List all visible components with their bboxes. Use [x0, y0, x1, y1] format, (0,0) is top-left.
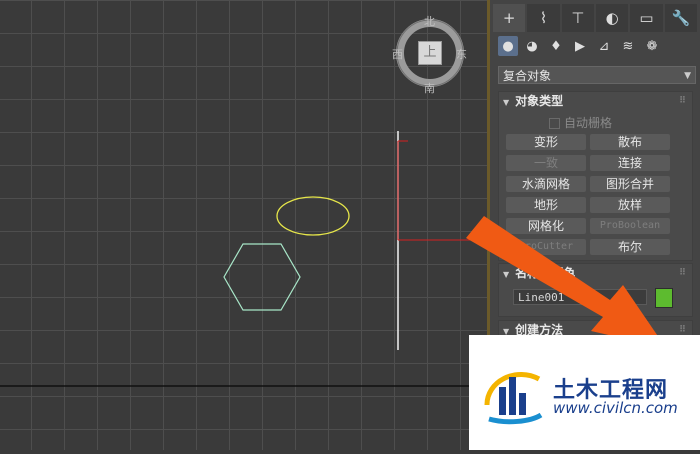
motion-icon[interactable]: ◐	[595, 4, 629, 32]
autogrid-label: 自动栅格	[564, 116, 613, 130]
compass-west[interactable]: 西	[392, 46, 403, 62]
object-type-button[interactable]: 水滴网格	[506, 176, 586, 192]
ellipse-shape[interactable]	[276, 196, 350, 236]
helper-icon[interactable]: ⊿	[594, 36, 614, 56]
object-type-button[interactable]: 地形	[506, 197, 586, 213]
compass-east[interactable]: 东	[456, 46, 467, 62]
name-color-rollout: ▼ 名称和颜色 ⠿ Line001	[498, 263, 693, 317]
compass-north[interactable]: 北	[424, 13, 435, 29]
object-type-rollout: ▼ 对象类型 ⠿ 自动栅格 变形 散布 一致 连接 水滴网格 图形合并 地形 放样 网格化 ProB…	[498, 91, 693, 261]
camera-icon[interactable]: ▶	[570, 36, 590, 56]
logo-emblem-icon	[484, 371, 543, 425]
object-category-dropdown[interactable]: 复合对象 ▼	[498, 66, 696, 84]
name-color-header[interactable]: ▼ 名称和颜色 ⠿	[499, 264, 692, 282]
object-type-button[interactable]: 布尔	[590, 239, 670, 255]
object-type-button[interactable]: 散布	[590, 134, 670, 150]
autogrid-checkbox[interactable]: 自动栅格	[549, 114, 612, 131]
systems-icon[interactable]: ❁	[642, 36, 662, 56]
perspective-viewport[interactable]: 北 南 东 西 上	[0, 0, 487, 450]
hierarchy-icon[interactable]: ⊤	[561, 4, 594, 32]
object-name-field[interactable]: Line001	[513, 289, 647, 305]
object-type-header[interactable]: ▼ 对象类型 ⠿	[499, 92, 692, 110]
plus-icon[interactable]: +	[493, 4, 526, 32]
object-type-button[interactable]: 连接	[590, 155, 670, 171]
object-type-title: 对象类型	[515, 94, 564, 108]
wrench-icon[interactable]: 🔧	[664, 4, 697, 32]
object-type-button[interactable]: ProCutter	[506, 239, 586, 255]
spacewarp-icon[interactable]: ≋	[618, 36, 638, 56]
hexagon-shape[interactable]	[223, 243, 301, 311]
object-type-button[interactable]: 一致	[506, 155, 586, 171]
shapes-icon[interactable]: ◕	[522, 36, 542, 56]
object-type-button[interactable]: 图形合并	[590, 176, 670, 192]
compass-south[interactable]: 南	[424, 80, 435, 96]
viewport-canvas[interactable]	[0, 0, 487, 450]
object-color-swatch[interactable]	[655, 288, 673, 308]
object-type-button[interactable]: 变形	[506, 134, 586, 150]
display-icon[interactable]: ▭	[630, 4, 663, 32]
collapse-triangle-icon: ▼	[503, 98, 510, 107]
light-icon[interactable]: ♦	[546, 36, 566, 56]
viewcube-top-face[interactable]: 上	[418, 41, 442, 65]
chevron-down-icon: ▼	[684, 71, 691, 81]
dropdown-value: 复合对象	[503, 69, 552, 83]
sphere-icon[interactable]: ●	[498, 36, 518, 56]
rollout-grip-icon[interactable]: ⠿	[679, 264, 686, 282]
modify-curve-icon[interactable]: ⌇	[527, 4, 560, 32]
checkbox-box[interactable]	[549, 118, 560, 129]
watermark-logo: 土木工程网 www.civilcn.com	[469, 335, 700, 450]
object-type-button[interactable]: ProBoolean	[590, 218, 670, 234]
watermark-url: www.civilcn.com	[553, 399, 678, 417]
name-color-title: 名称和颜色	[515, 266, 576, 280]
command-panel-tabs: + ⌇ ⊤ ◐ ▭ 🔧	[493, 4, 697, 32]
object-type-button[interactable]: 网格化	[506, 218, 586, 234]
category-buttons: ● ◕ ♦ ▶ ⊿ ≋ ❁	[498, 36, 696, 58]
object-type-buttons: 变形 散布 一致 连接 水滴网格 图形合并 地形 放样 网格化 ProBoolean ProCutt…	[506, 134, 672, 255]
object-type-button[interactable]: 放样	[590, 197, 670, 213]
rollout-grip-icon[interactable]: ⠿	[679, 92, 686, 110]
collapse-triangle-icon: ▼	[503, 270, 510, 279]
